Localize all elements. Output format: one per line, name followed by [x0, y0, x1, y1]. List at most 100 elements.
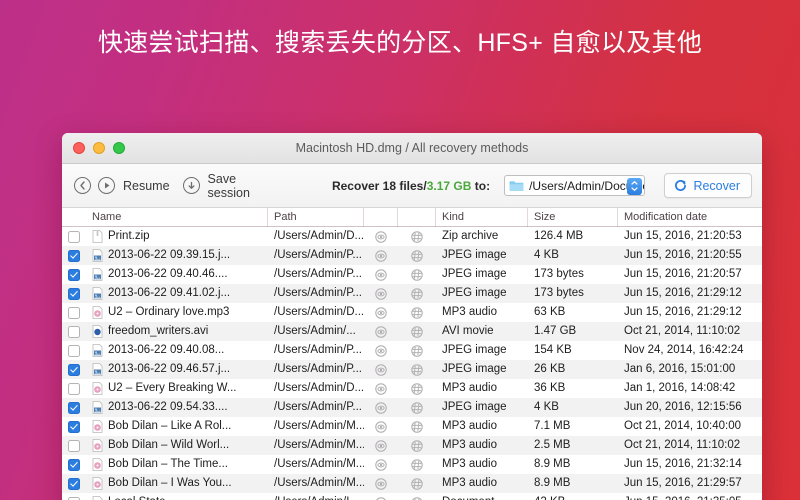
- table-row[interactable]: freedom_writers.avi/Users/Admin/... AVI m…: [62, 322, 762, 341]
- row-name-cell[interactable]: freedom_writers.avi: [86, 322, 268, 341]
- table-row[interactable]: U2 – Every Breaking W... /Users/Admin/D..…: [62, 379, 762, 398]
- minimize-button[interactable]: [93, 142, 105, 154]
- header-select-all[interactable]: [62, 208, 86, 227]
- row-name-cell[interactable]: 2013-06-22 09.46.57.j...: [86, 360, 268, 379]
- eye-icon[interactable]: [375, 420, 387, 433]
- column-header-name[interactable]: Name: [86, 207, 268, 227]
- row-hex-button[interactable]: [398, 360, 436, 379]
- row-checkbox[interactable]: [62, 398, 86, 417]
- row-hex-button[interactable]: [398, 493, 436, 500]
- row-name-cell[interactable]: 2013-06-22 09.39.15.j...: [86, 246, 268, 265]
- column-header-kind[interactable]: Kind: [436, 207, 528, 227]
- row-checkbox[interactable]: [62, 265, 86, 284]
- row-preview-button[interactable]: [364, 455, 398, 474]
- eye-icon[interactable]: [375, 439, 387, 452]
- row-checkbox[interactable]: [62, 474, 86, 493]
- row-preview-button[interactable]: [364, 265, 398, 284]
- row-hex-button[interactable]: [398, 246, 436, 265]
- row-name-cell[interactable]: Bob Dilan – Like A Rol...: [86, 417, 268, 436]
- row-preview-button[interactable]: [364, 493, 398, 500]
- table-row[interactable]: 2013-06-22 09.46.57.j... /Users/Admin/P..…: [62, 360, 762, 379]
- row-checkbox[interactable]: [62, 379, 86, 398]
- row-hex-button[interactable]: [398, 379, 436, 398]
- row-hex-button[interactable]: [398, 436, 436, 455]
- hex-view-icon[interactable]: [411, 401, 423, 414]
- close-button[interactable]: [73, 142, 85, 154]
- row-name-cell[interactable]: U2 – Every Breaking W...: [86, 379, 268, 398]
- hex-view-icon[interactable]: [411, 325, 423, 338]
- row-checkbox[interactable]: [62, 341, 86, 360]
- row-name-cell[interactable]: Local State: [86, 493, 268, 500]
- row-name-cell[interactable]: 2013-06-22 09.40.46....: [86, 265, 268, 284]
- row-hex-button[interactable]: [398, 322, 436, 341]
- eye-icon[interactable]: [375, 363, 387, 376]
- row-name-cell[interactable]: 2013-06-22 09.54.33....: [86, 398, 268, 417]
- table-row[interactable]: Bob Dilan – I Was You... /Users/Admin/M..…: [62, 474, 762, 493]
- hex-view-icon[interactable]: [411, 306, 423, 319]
- row-preview-button[interactable]: [364, 341, 398, 360]
- hex-view-icon[interactable]: [411, 496, 423, 500]
- row-name-cell[interactable]: 2013-06-22 09.41.02.j...: [86, 284, 268, 303]
- row-checkbox[interactable]: [62, 455, 86, 474]
- row-preview-button[interactable]: [364, 303, 398, 322]
- row-preview-button[interactable]: [364, 436, 398, 455]
- row-checkbox[interactable]: [62, 322, 86, 341]
- eye-icon[interactable]: [375, 382, 387, 395]
- row-checkbox[interactable]: [62, 436, 86, 455]
- table-row[interactable]: 2013-06-22 09.54.33.... /Users/Admin/P...…: [62, 398, 762, 417]
- column-header-preview[interactable]: [364, 207, 398, 227]
- table-row[interactable]: 2013-06-22 09.39.15.j... /Users/Admin/P..…: [62, 246, 762, 265]
- row-checkbox[interactable]: [62, 417, 86, 436]
- save-session-label[interactable]: Save session: [208, 172, 273, 200]
- row-name-cell[interactable]: U2 – Ordinary love.mp3: [86, 303, 268, 322]
- recover-button[interactable]: Recover: [664, 173, 752, 198]
- table-row[interactable]: 2013-06-22 09.41.02.j... /Users/Admin/P..…: [62, 284, 762, 303]
- eye-icon[interactable]: [375, 496, 387, 500]
- column-header-hex[interactable]: [398, 207, 436, 227]
- row-hex-button[interactable]: [398, 341, 436, 360]
- eye-icon[interactable]: [375, 401, 387, 414]
- table-row[interactable]: 2013-06-22 09.40.08... /Users/Admin/P... J…: [62, 341, 762, 360]
- hex-view-icon[interactable]: [411, 382, 423, 395]
- hex-view-icon[interactable]: [411, 458, 423, 471]
- row-preview-button[interactable]: [364, 322, 398, 341]
- row-hex-button[interactable]: [398, 303, 436, 322]
- row-checkbox[interactable]: [62, 493, 86, 500]
- row-checkbox[interactable]: [62, 284, 86, 303]
- table-row[interactable]: U2 – Ordinary love.mp3/Users/Admin/D... M…: [62, 303, 762, 322]
- table-row[interactable]: Bob Dilan – Like A Rol... /Users/Admin/M.…: [62, 417, 762, 436]
- file-list[interactable]: Print.zip/Users/Admin/D... Zip archive 126…: [62, 227, 762, 500]
- hex-view-icon[interactable]: [411, 344, 423, 357]
- eye-icon[interactable]: [375, 287, 387, 300]
- table-row[interactable]: Local State/Users/Admin/I... Document42 K…: [62, 493, 762, 500]
- resume-button[interactable]: [98, 177, 115, 194]
- column-header-path[interactable]: Path: [268, 207, 364, 227]
- eye-icon[interactable]: [375, 268, 387, 281]
- row-checkbox[interactable]: [62, 227, 86, 246]
- row-hex-button[interactable]: [398, 417, 436, 436]
- save-session-button[interactable]: [182, 177, 200, 194]
- row-preview-button[interactable]: [364, 417, 398, 436]
- eye-icon[interactable]: [375, 230, 387, 243]
- hex-view-icon[interactable]: [411, 287, 423, 300]
- row-checkbox[interactable]: [62, 360, 86, 379]
- table-row[interactable]: 2013-06-22 09.40.46.... /Users/Admin/P...…: [62, 265, 762, 284]
- eye-icon[interactable]: [375, 306, 387, 319]
- row-name-cell[interactable]: Print.zip: [86, 227, 268, 246]
- row-preview-button[interactable]: [364, 246, 398, 265]
- row-hex-button[interactable]: [398, 474, 436, 493]
- table-row[interactable]: Print.zip/Users/Admin/D... Zip archive 126…: [62, 227, 762, 246]
- destination-path-select[interactable]: /Users/Admin/Documents: [504, 175, 646, 196]
- row-preview-button[interactable]: [364, 284, 398, 303]
- eye-icon[interactable]: [375, 344, 387, 357]
- row-hex-button[interactable]: [398, 398, 436, 417]
- row-preview-button[interactable]: [364, 474, 398, 493]
- hex-view-icon[interactable]: [411, 268, 423, 281]
- row-name-cell[interactable]: Bob Dilan – Wild Worl...: [86, 436, 268, 455]
- hex-view-icon[interactable]: [411, 249, 423, 262]
- row-checkbox[interactable]: [62, 303, 86, 322]
- row-preview-button[interactable]: [364, 227, 398, 246]
- row-name-cell[interactable]: Bob Dilan – The Time...: [86, 455, 268, 474]
- eye-icon[interactable]: [375, 477, 387, 490]
- hex-view-icon[interactable]: [411, 420, 423, 433]
